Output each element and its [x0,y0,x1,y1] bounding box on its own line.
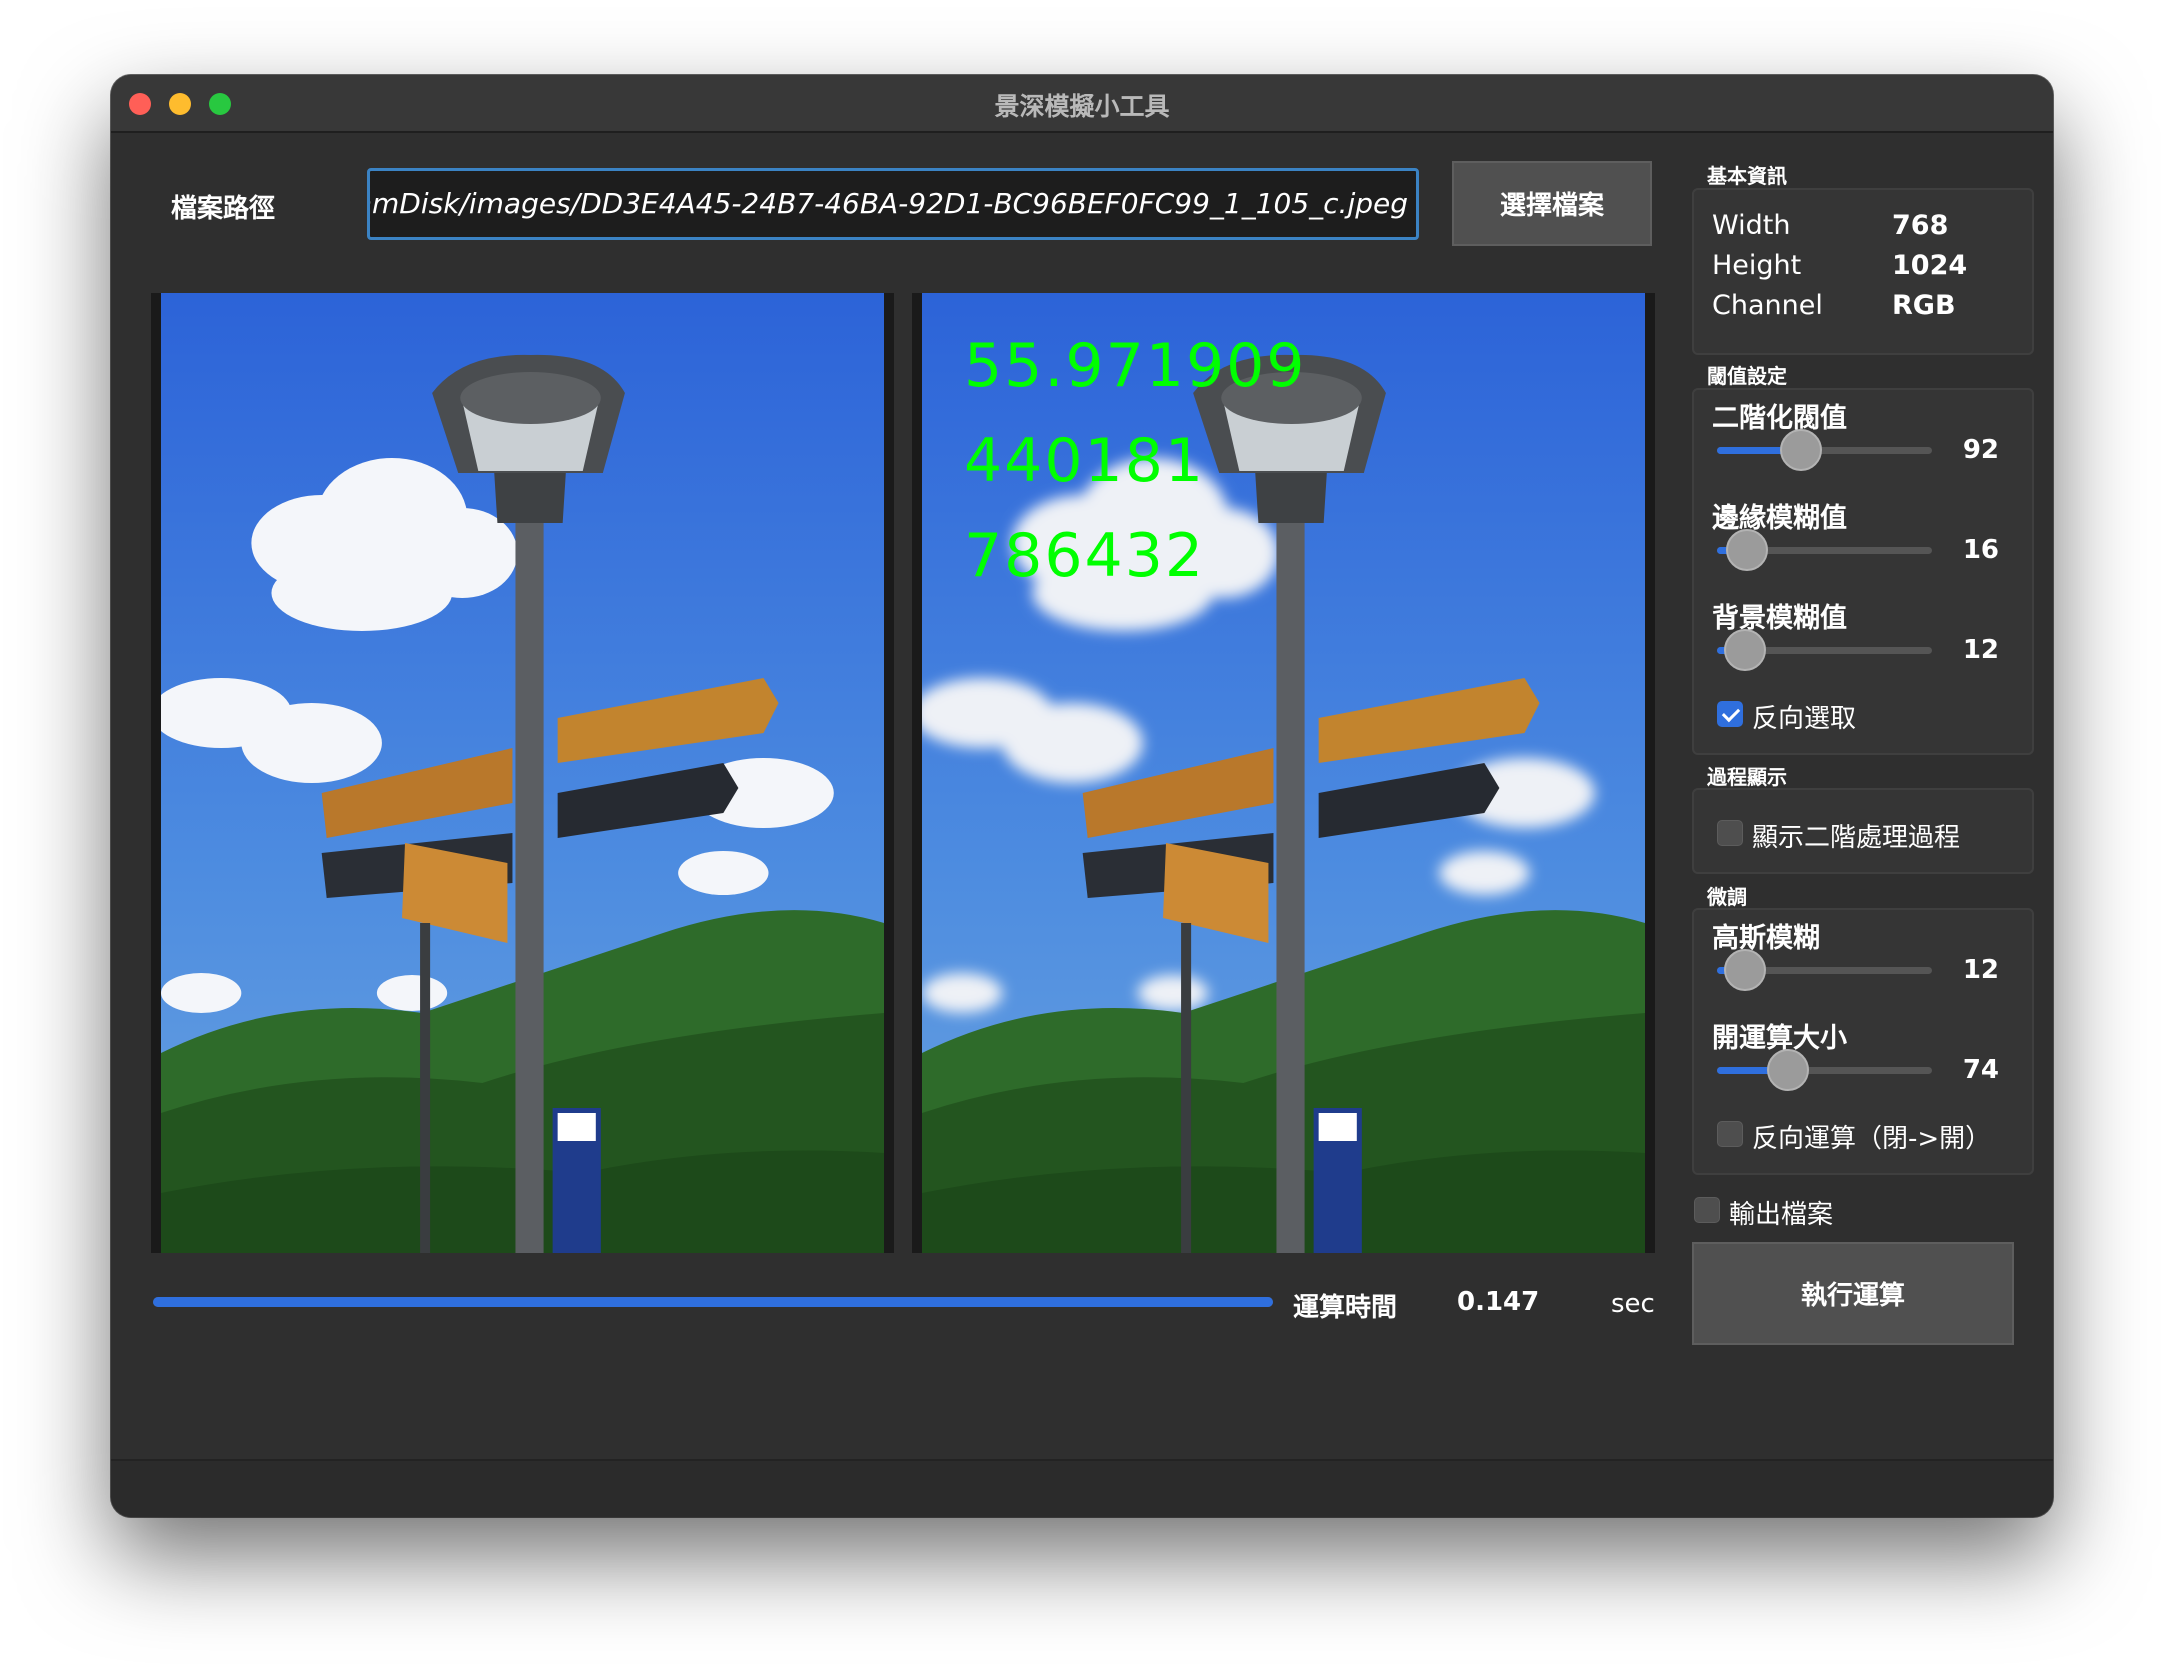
reverse-operation-label: 反向運算（閉->開） [1752,1124,1992,1154]
channel-value: RGB [1892,290,1956,321]
gaussian-blur-slider[interactable] [1717,949,1932,991]
edge-blur-value: 16 [1962,535,1999,565]
show-binarize-process-label: 顯示二階處理過程 [1752,823,1961,853]
edge-blur-label: 邊緣模糊值 [1712,503,1847,534]
threshold-title: 閾值設定 [1707,364,1787,388]
binarize-threshold-slider[interactable] [1717,429,1932,471]
file-path-input[interactable]: /Volumes/RamDisk/images/DD3E4A45-24B7-46… [367,168,1419,240]
file-path-label: 檔案路徑 [171,194,276,224]
binarize-threshold-label: 二階化閥值 [1712,403,1847,434]
timing-label: 運算時間 [1293,1293,1398,1323]
channel-label: Channel [1712,290,1823,321]
binarize-threshold-value: 92 [1962,435,1999,465]
fine-tune-title: 微調 [1707,885,1747,909]
gaussian-blur-label: 高斯模糊 [1712,923,1820,954]
fine-tune-group: 高斯模糊 12 開運算大小 74 反向運算（閉->開） [1692,908,2034,1175]
opening-size-value: 74 [1962,1055,1999,1085]
invert-selection-label: 反向選取 [1752,704,1857,734]
invert-selection-checkbox[interactable] [1717,701,1743,727]
reverse-operation-checkbox[interactable] [1717,1121,1743,1147]
app-window: 景深模擬小工具 檔案路徑 /Volumes/RamDisk/images/DD3… [111,75,2053,1517]
height-label: Height [1712,250,1802,281]
threshold-group: 二階化閥值 92 邊緣模糊值 16 背景模糊值 12 反向選取 [1692,388,2034,755]
show-binarize-process-checkbox[interactable] [1717,820,1743,846]
basic-info-group: Width 768 Height 1024 Channel RGB [1692,188,2034,355]
output-file-checkbox[interactable] [1694,1197,1720,1223]
width-value: 768 [1892,210,1949,241]
background-blur-slider[interactable] [1717,629,1932,671]
choose-file-button[interactable]: 選擇檔案 [1452,161,1652,246]
background-blur-label: 背景模糊值 [1712,603,1847,634]
run-button[interactable]: 執行運算 [1692,1242,2014,1345]
title-bar: 景深模擬小工具 [111,75,2053,133]
edge-blur-thumb[interactable] [1726,529,1769,571]
gaussian-blur-thumb[interactable] [1723,949,1766,991]
edge-blur-slider[interactable] [1717,529,1932,571]
gaussian-blur-value: 12 [1962,955,1999,985]
background-blur-value: 12 [1962,635,1999,665]
status-bar [111,1459,2053,1517]
basic-info-title: 基本資訊 [1707,164,1787,188]
opening-size-thumb[interactable] [1766,1049,1809,1091]
timing-value: 0.147 [1457,1287,1540,1317]
output-file-label: 輸出檔案 [1729,1200,1834,1230]
width-label: Width [1712,210,1791,241]
overlay-value-1: 55.971909 [964,331,1307,401]
timing-unit: sec [1611,1289,1655,1319]
progress-fill [153,1297,1273,1307]
processed-image-panel: 55.971909 440181 786432 [912,293,1655,1253]
original-image [161,293,884,1253]
binarize-threshold-thumb[interactable] [1779,429,1822,471]
process-group: 顯示二階處理過程 [1692,788,2034,874]
background-blur-thumb[interactable] [1723,629,1766,671]
opening-size-slider[interactable] [1717,1049,1932,1091]
window-title: 景深模擬小工具 [994,92,1170,121]
overlay-value-2: 440181 [964,426,1206,496]
overlay-value-3: 786432 [964,521,1206,591]
progress-bar [153,1297,1273,1307]
original-image-panel [151,293,894,1253]
process-title: 過程顯示 [1707,765,1787,789]
height-value: 1024 [1892,250,1968,281]
opening-size-label: 開運算大小 [1712,1023,1847,1054]
